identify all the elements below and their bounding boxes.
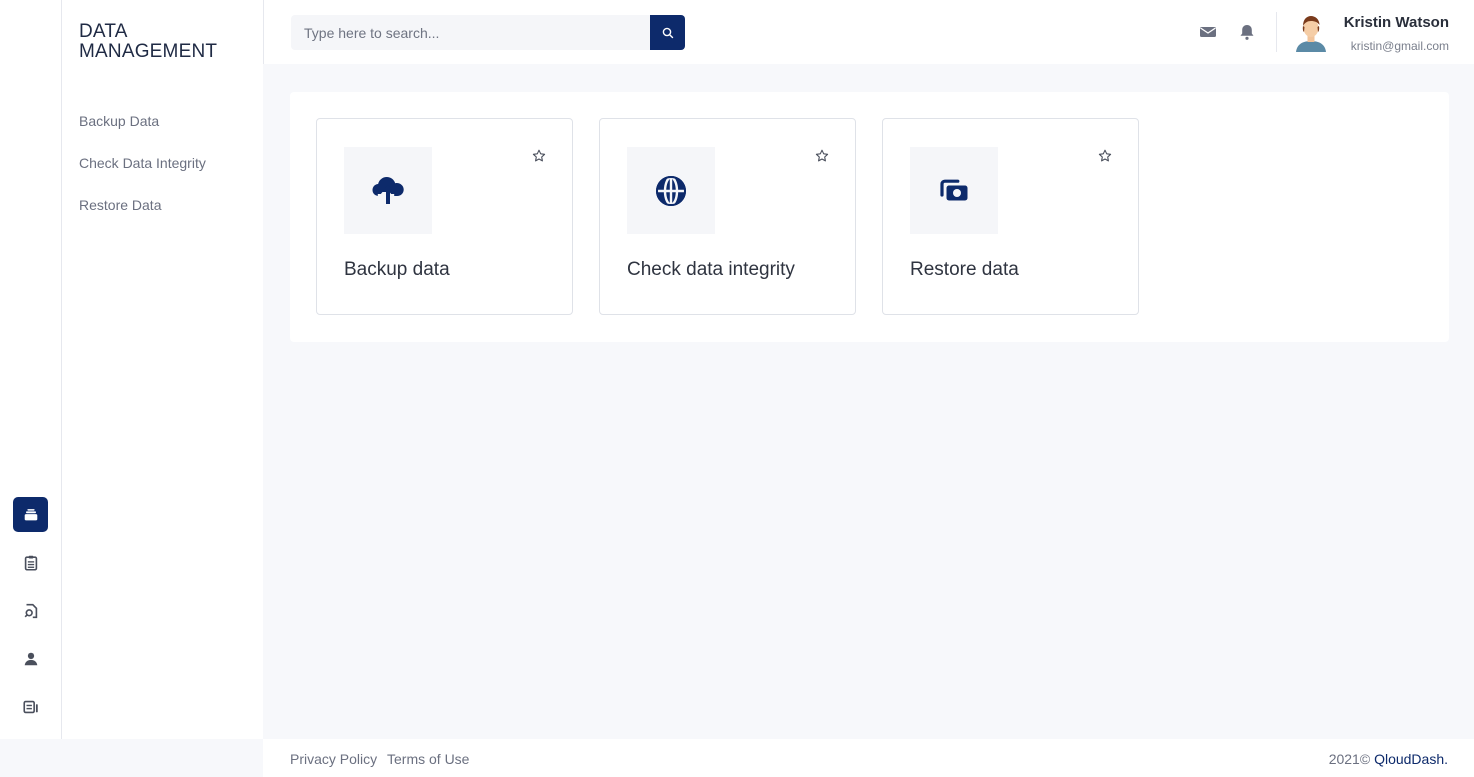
star-icon[interactable] [815,149,829,163]
cloud-upload-icon [372,176,404,204]
copyright: 2021© QloudDash. [1329,751,1448,767]
star-icon[interactable] [1098,149,1112,163]
card-icon-box [344,147,432,234]
copyright-period: . [1444,751,1448,767]
sidebar-item-check-data-integrity[interactable]: Check Data Integrity [79,154,206,196]
card-title: Check data integrity [627,259,795,280]
rail-report-button[interactable] [13,689,48,724]
search-icon [662,27,673,38]
search-button[interactable] [650,15,685,50]
search-bar [291,15,686,50]
card-title: Backup data [344,259,450,280]
user-avatar-icon [1296,16,1326,52]
user-icon [24,652,37,665]
database-icon [24,508,37,520]
card-check-data-integrity[interactable]: Check data integrity [599,118,856,315]
rail-database-button[interactable] [13,497,48,532]
top-header: Kristin Watson kristin@gmail.com [263,0,1474,64]
sidebar-item-restore-data[interactable]: Restore Data [79,196,206,238]
globe-icon [656,175,686,206]
card-restore-data[interactable]: Restore data [882,118,1139,315]
rail-user-button[interactable] [13,641,48,676]
header-divider [1276,12,1277,52]
footer: Privacy Policy Terms of Use 2021© QloudD… [263,739,1474,777]
footer-left-area [0,739,263,777]
privacy-policy-link[interactable]: Privacy Policy [290,751,377,767]
rail-clipboard-button[interactable] [13,545,48,580]
card-title: Restore data [910,259,1019,280]
card-icon-box [627,147,715,234]
avatar[interactable] [1291,12,1331,52]
clipboard-list-icon [24,555,37,571]
app-title: DATA MANAGEMENT [79,21,218,62]
sidebar: DATA MANAGEMENT Backup Data Check Data I… [62,0,263,739]
messages-button[interactable] [1198,22,1218,42]
rail-file-search-button[interactable] [13,593,48,628]
sidebar-nav: Backup Data Check Data Integrity Restore… [79,112,206,238]
user-email: kristin@gmail.com [1350,39,1449,53]
notifications-button[interactable] [1237,22,1257,42]
user-name: Kristin Watson [1343,14,1449,31]
terms-of-use-link[interactable]: Terms of Use [387,751,469,767]
copyright-year: 2021© [1328,751,1371,767]
icon-rail [0,0,62,739]
sidebar-item-backup-data[interactable]: Backup Data [79,112,206,154]
company-link[interactable]: QloudDash [1374,751,1444,767]
search-input[interactable] [291,15,650,50]
bell-icon [1240,25,1254,40]
report-icon [22,700,38,713]
card-backup-data[interactable]: Backup data [316,118,573,315]
card-icon-box [910,147,998,234]
main-panel: Backup data Check data integrity Restore… [290,92,1449,342]
file-search-icon [24,603,37,618]
star-icon[interactable] [532,149,546,163]
mail-icon [1200,27,1216,37]
restore-stack-icon [940,179,968,200]
